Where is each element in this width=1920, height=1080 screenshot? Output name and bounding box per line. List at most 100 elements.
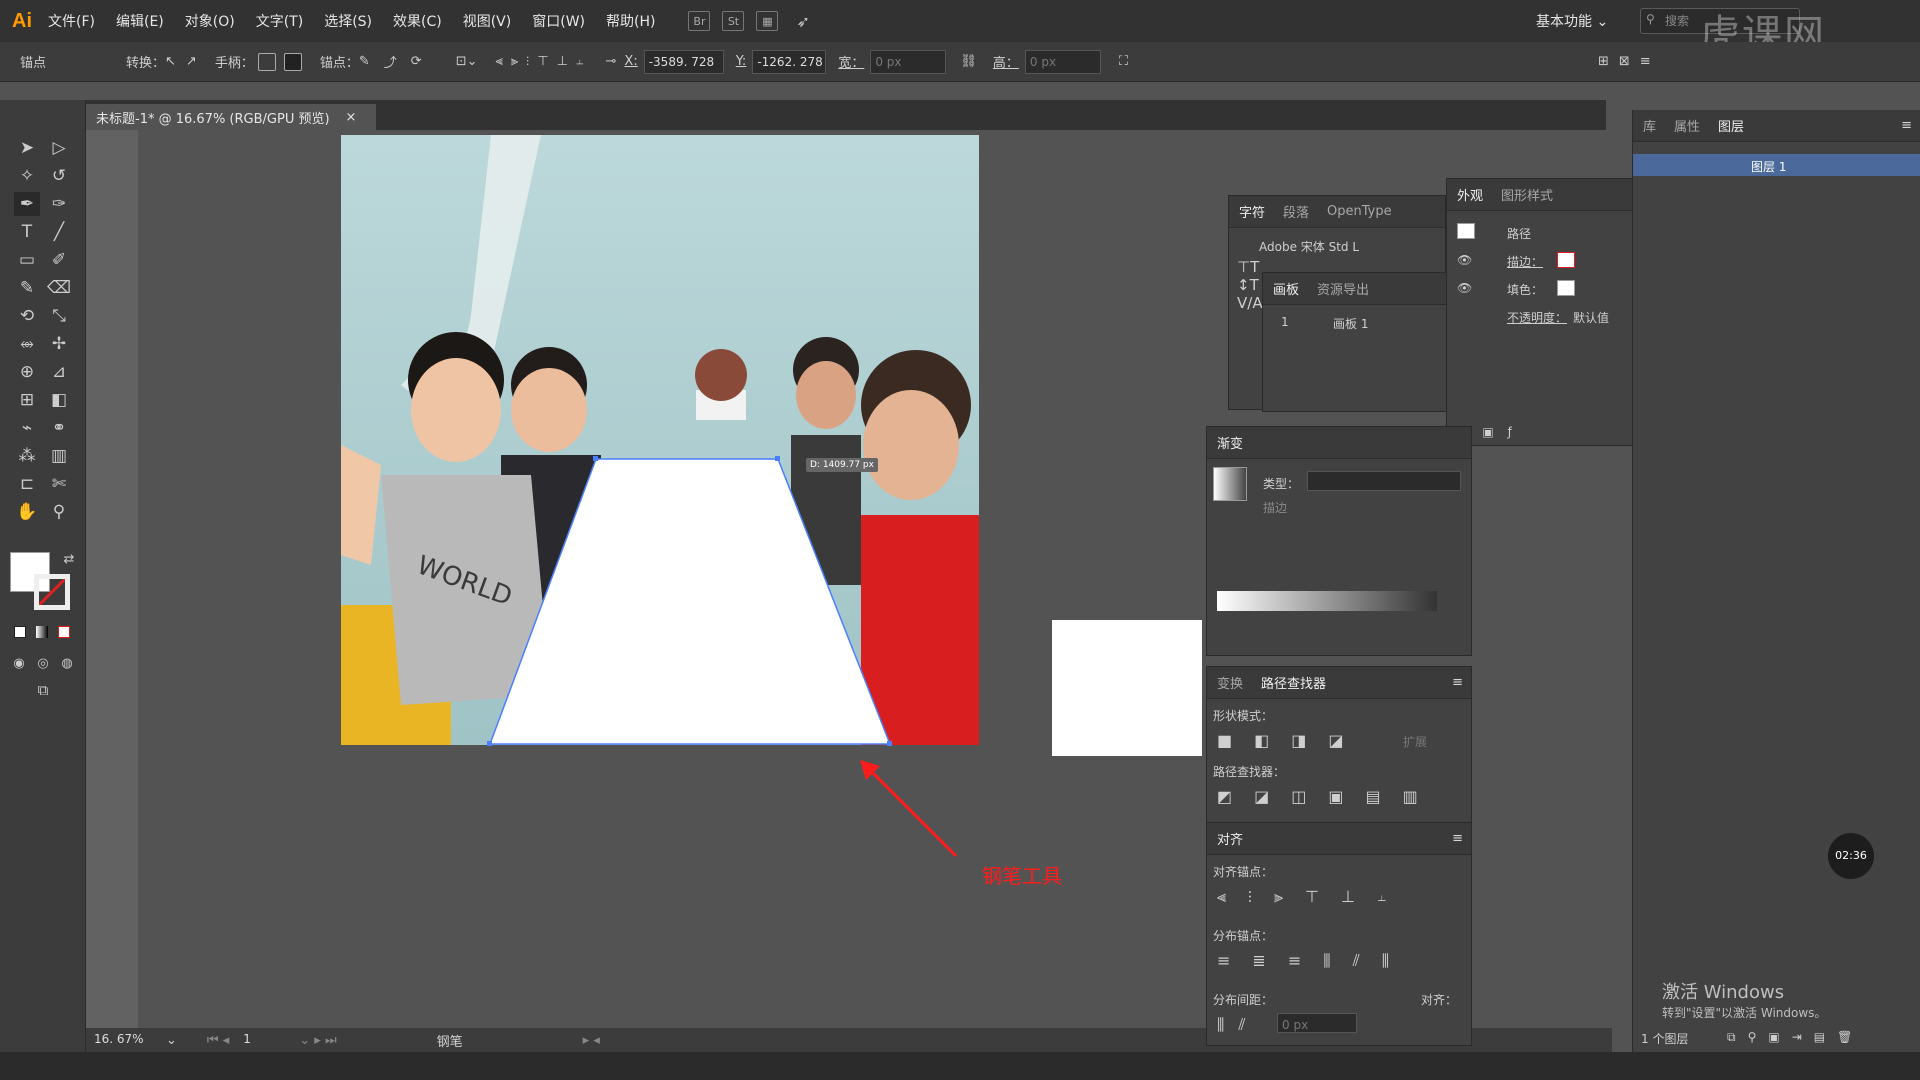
type-tool-icon[interactable]: T: [14, 220, 40, 244]
convert-corner-icon[interactable]: ↖: [165, 54, 176, 69]
rectangle-tool-icon[interactable]: ▭: [14, 248, 40, 272]
shaper-tool-icon[interactable]: ✎: [14, 276, 40, 300]
menu-view[interactable]: 视图(V): [463, 11, 512, 31]
align-icons-row[interactable]: ⫷⫶⫸⊤⊥⫠: [1217, 887, 1408, 907]
show-handles-icon[interactable]: [257, 52, 276, 71]
zoom-dropdown-icon[interactable]: ⌄: [166, 1033, 177, 1048]
gradient-preview[interactable]: [1213, 467, 1247, 501]
menu-effect[interactable]: 效果(C): [393, 11, 442, 31]
tab-opentype[interactable]: OpenType: [1327, 204, 1392, 219]
pen-tool-icon[interactable]: ✒: [14, 192, 40, 216]
height-field[interactable]: 0 px: [1024, 49, 1101, 74]
gradient-slider[interactable]: [1217, 591, 1437, 611]
screen-mode-icon[interactable]: ⧉: [30, 678, 56, 702]
first-artboard-icon[interactable]: ⏮ ◂: [207, 1033, 229, 1048]
workspace-switcher[interactable]: 基本功能 ⌄: [1536, 11, 1608, 31]
document-tab[interactable]: 未标题-1* @ 16.67% (RGB/GPU 预览) ×: [86, 104, 376, 130]
selection-tool-icon[interactable]: ➤: [14, 136, 40, 160]
gradient-type-select[interactable]: [1307, 471, 1461, 491]
layers-menu-icon[interactable]: ≡: [1901, 118, 1912, 133]
opacity-label[interactable]: 不透明度：: [1507, 309, 1567, 326]
isolate-icon[interactable]: ⊡⌄: [456, 54, 478, 69]
fill-label[interactable]: 填色：: [1507, 281, 1543, 298]
blend-tool-icon[interactable]: ⚭: [46, 416, 72, 440]
artboard-name[interactable]: 画板 1: [1333, 315, 1368, 332]
tab-libraries[interactable]: 库: [1643, 116, 1656, 135]
trapezoid-path[interactable]: [486, 455, 898, 750]
scale-tool-icon[interactable]: ⤡: [46, 304, 72, 328]
tab-artboards[interactable]: 画板: [1273, 279, 1299, 298]
white-rectangle[interactable]: [1052, 620, 1202, 756]
arrange-documents-icon[interactable]: ▦: [756, 11, 779, 31]
pathfinder-icons[interactable]: ◩◪◫▣▤▥: [1217, 787, 1440, 806]
slice-tool-icon[interactable]: ✄: [46, 472, 72, 496]
hand-tool-icon[interactable]: ✋: [14, 500, 40, 524]
y-field[interactable]: -1262. 278: [752, 49, 827, 74]
magic-wand-icon[interactable]: ✧: [14, 164, 40, 188]
menu-window[interactable]: 窗口(W): [532, 11, 585, 31]
zoom-field[interactable]: 16. 67%: [90, 1028, 160, 1052]
curvature-tool-icon[interactable]: ✑: [46, 192, 72, 216]
stroke-visibility-icon[interactable]: 👁: [1457, 253, 1472, 267]
connect-anchor-icon[interactable]: ⟳: [411, 54, 422, 69]
stock-icon[interactable]: St: [722, 11, 745, 31]
direct-selection-tool-icon[interactable]: ▷: [46, 136, 72, 160]
close-tab-icon[interactable]: ×: [346, 110, 357, 125]
bridge-icon[interactable]: Br: [688, 11, 711, 31]
remove-anchor-icon[interactable]: ✎: [359, 54, 370, 69]
symbol-sprayer-icon[interactable]: ⁂: [14, 444, 40, 468]
tab-appearance[interactable]: 外观: [1457, 185, 1483, 204]
artboard-tool-icon[interactable]: ⊏: [14, 472, 40, 496]
color-mode-icon[interactable]: [14, 626, 26, 638]
fill-visibility-icon[interactable]: 👁: [1457, 281, 1472, 295]
tab-properties[interactable]: 属性: [1674, 116, 1700, 135]
align-icons[interactable]: ⫷⫸⫶⊤⊥⫠: [495, 54, 591, 69]
menu-file[interactable]: 文件(F): [48, 11, 95, 31]
paintbrush-tool-icon[interactable]: ✐: [46, 248, 72, 272]
status-menu-icon[interactable]: ▸ ◂: [583, 1033, 600, 1048]
zoom-tool-icon[interactable]: ⚲: [46, 500, 72, 524]
spacing-field[interactable]: 0 px: [1277, 1013, 1357, 1033]
menu-select[interactable]: 选择(S): [324, 11, 372, 31]
swap-fill-stroke-icon[interactable]: ⇄: [56, 548, 82, 572]
gradient-tool-icon[interactable]: ◧: [46, 388, 72, 412]
gpu-rocket-icon[interactable]: ➶: [796, 12, 809, 31]
tab-paragraph[interactable]: 段落: [1283, 202, 1309, 221]
artboard-number-field[interactable]: 1: [239, 1028, 280, 1052]
distribute-icons-row[interactable]: ≡≣≡⫼⫽⫼: [1217, 951, 1411, 971]
shape-builder-icon[interactable]: ⊕: [14, 360, 40, 384]
menu-type[interactable]: 文字(T): [256, 11, 303, 31]
width-field[interactable]: 0 px: [870, 49, 947, 74]
lasso-tool-icon[interactable]: ↺: [46, 164, 72, 188]
puppet-warp-icon[interactable]: ✢: [46, 332, 72, 356]
tab-character[interactable]: 字符: [1239, 202, 1265, 221]
pathfinder-menu-icon[interactable]: ≡: [1452, 675, 1463, 690]
convert-smooth-icon[interactable]: ↗: [186, 54, 197, 69]
panel-options-icons[interactable]: ⊞⊠≡: [1598, 54, 1661, 69]
none-mode-icon[interactable]: [58, 626, 70, 638]
perspective-grid-icon[interactable]: ⊿: [46, 360, 72, 384]
cut-path-icon[interactable]: ⤴: [384, 52, 397, 71]
stroke-swatch[interactable]: [34, 574, 70, 610]
eraser-tool-icon[interactable]: ⌫: [46, 276, 72, 300]
distribute-icon[interactable]: ⊸: [606, 54, 617, 69]
shape-mode-icons[interactable]: ■◧◨◪: [1217, 731, 1365, 750]
draw-normal-icon[interactable]: ◉: [6, 652, 32, 676]
tab-transform[interactable]: 变换: [1217, 673, 1243, 692]
menu-object[interactable]: 对象(O): [185, 11, 235, 31]
mesh-tool-icon[interactable]: ⊞: [14, 388, 40, 412]
tab-asset-export[interactable]: 资源导出: [1317, 279, 1369, 298]
draw-inside-icon[interactable]: ◍: [54, 652, 80, 676]
graph-tool-icon[interactable]: ▥: [46, 444, 72, 468]
stroke-none-swatch[interactable]: [1557, 252, 1575, 268]
menu-edit[interactable]: 编辑(E): [116, 11, 164, 31]
layers-footer-icons[interactable]: ⧉⚲▣⇥▤🗑: [1727, 1030, 1864, 1045]
fill-white-swatch[interactable]: [1557, 280, 1575, 296]
expand-button[interactable]: 扩展: [1403, 733, 1427, 750]
width-tool-icon[interactable]: ⥈: [14, 332, 40, 356]
line-tool-icon[interactable]: ╱: [46, 220, 72, 244]
font-family-field[interactable]: Adobe 宋体 Std L: [1259, 238, 1359, 255]
rotate-tool-icon[interactable]: ⟲: [14, 304, 40, 328]
draw-behind-icon[interactable]: ◎: [30, 652, 56, 676]
link-icon[interactable]: ⛓: [960, 54, 977, 69]
